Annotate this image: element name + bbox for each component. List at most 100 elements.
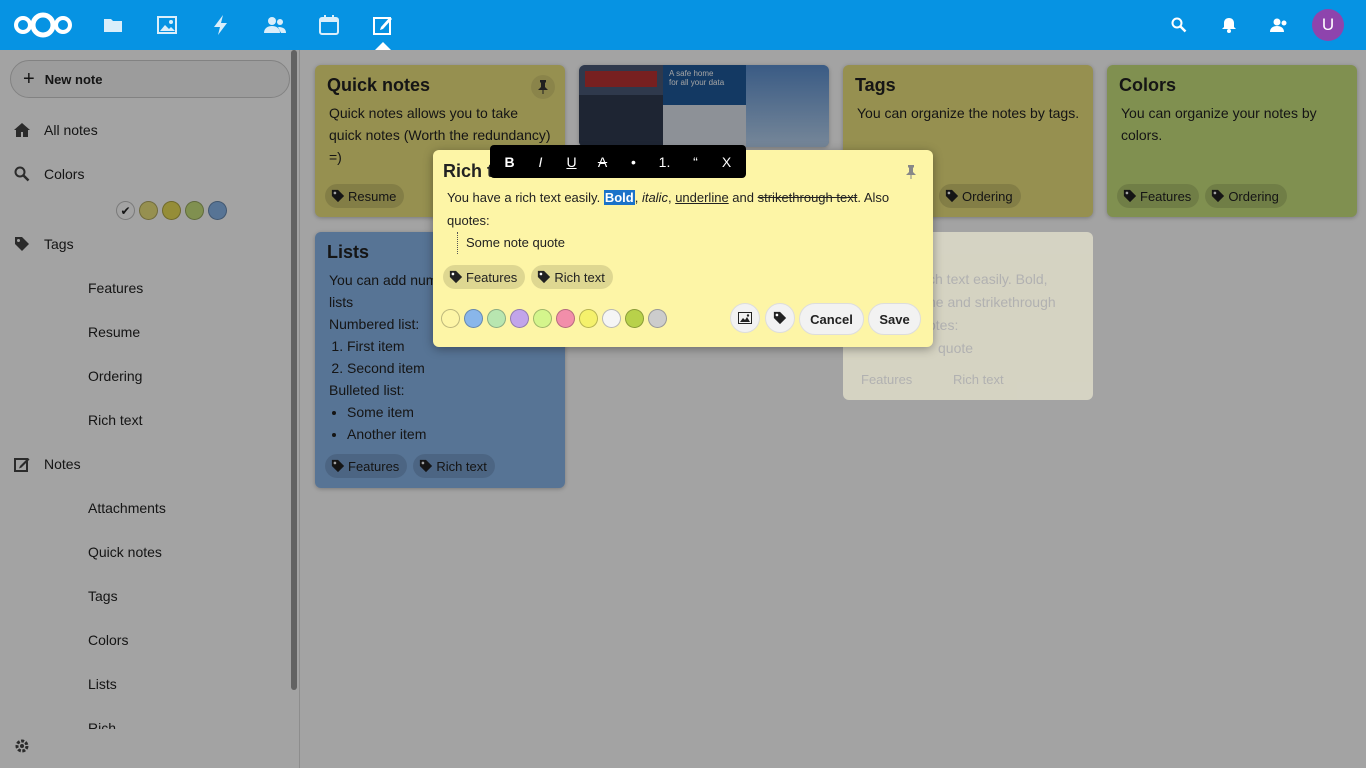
ghost-line: ne and strikethrough <box>928 294 1056 310</box>
save-button[interactable]: Save <box>868 303 921 335</box>
sidebar-note-colors[interactable]: Colors <box>88 632 128 648</box>
gear-icon[interactable] <box>14 738 30 754</box>
color-option[interactable] <box>510 309 529 328</box>
tag-label: Ordering <box>962 188 1013 204</box>
blockquote: Some note quote <box>457 232 565 254</box>
notifications-icon[interactable] <box>1219 15 1239 35</box>
insert-image-button[interactable] <box>730 303 760 333</box>
image-icon <box>738 312 752 324</box>
underline-button[interactable]: U <box>558 154 586 170</box>
tag-label: Features <box>348 458 400 474</box>
strikethrough-button[interactable]: A <box>589 154 617 170</box>
color-swatch[interactable] <box>162 201 181 220</box>
tag-icon <box>14 236 30 252</box>
color-option[interactable] <box>648 309 667 328</box>
check-icon: ✔ <box>120 203 131 218</box>
pin-icon[interactable] <box>531 75 555 99</box>
nav-colors[interactable]: Colors <box>14 166 84 182</box>
color-option[interactable] <box>579 309 598 328</box>
files-icon[interactable] <box>101 13 125 37</box>
sidebar-tag-features[interactable]: Features <box>88 280 143 296</box>
color-filter-swatches: ✔ <box>116 201 227 220</box>
sidebar-tag-rich-text[interactable]: Rich text <box>88 412 142 428</box>
clear-format-button[interactable]: X <box>713 154 741 170</box>
tag-icon <box>1212 189 1225 203</box>
tag-icon <box>1123 189 1137 203</box>
sidebar-scrollbar[interactable] <box>291 50 297 690</box>
search-icon[interactable] <box>1169 15 1189 35</box>
tag-chip[interactable]: Rich text <box>413 454 495 478</box>
new-note-label: New note <box>44 71 103 87</box>
contacts-icon[interactable] <box>263 13 287 37</box>
tag-label: Rich text <box>436 458 487 474</box>
sidebar-note-tags[interactable]: Tags <box>88 588 118 604</box>
sidebar-tag-ordering[interactable]: Ordering <box>88 368 142 384</box>
tag-chip[interactable]: Ordering <box>939 184 1021 208</box>
sidebar-note-lists[interactable]: Lists <box>88 676 117 692</box>
activity-icon[interactable] <box>209 13 233 37</box>
tag-chip[interactable]: Features <box>443 265 526 289</box>
sidebar-note-rich[interactable]: Rich <box>88 720 116 729</box>
note-title: Quick notes <box>327 75 431 95</box>
note-card-colors[interactable]: Colors You can organize your notes by co… <box>1107 65 1357 217</box>
tag-icon <box>331 189 345 203</box>
tag-chip[interactable]: Rich text <box>531 265 613 289</box>
bold-button[interactable]: B <box>496 154 524 170</box>
people-image <box>579 95 663 147</box>
user-avatar[interactable]: U <box>1312 9 1344 41</box>
list-item: Another item <box>347 423 553 445</box>
color-option[interactable] <box>441 309 460 328</box>
photos-icon[interactable] <box>155 13 179 37</box>
note-content-editor[interactable]: You have a rich text easily. Bold, itali… <box>447 186 917 232</box>
underline-text: underline <box>675 190 729 205</box>
home-icon <box>14 122 30 138</box>
nextcloud-logo[interactable] <box>12 12 74 38</box>
top-header: U <box>0 0 1366 50</box>
color-option[interactable] <box>533 309 552 328</box>
calendar-icon[interactable] <box>317 13 341 37</box>
color-swatch[interactable] <box>185 201 204 220</box>
color-option[interactable] <box>625 309 644 328</box>
numbered-list-button[interactable]: 1. <box>651 154 679 170</box>
nav-all-notes[interactable]: All notes <box>14 122 98 138</box>
nav-tags-label: Tags <box>44 236 74 252</box>
cancel-button[interactable]: Cancel <box>799 303 864 335</box>
formatting-toolbar: B I U A • 1. “ X <box>490 145 746 178</box>
color-option[interactable] <box>602 309 621 328</box>
new-note-button[interactable]: + New note <box>10 60 290 98</box>
tag-chip[interactable]: Ordering <box>1205 184 1287 208</box>
color-swatch[interactable] <box>208 201 227 220</box>
sidebar-tag-resume[interactable]: Resume <box>88 324 140 340</box>
note-card-image[interactable]: A safe home for all your data <box>579 65 829 147</box>
content-text: You have a rich text easily. <box>447 190 604 205</box>
nav-notes[interactable]: Notes <box>14 456 81 472</box>
color-option[interactable] <box>464 309 483 328</box>
color-option[interactable] <box>556 309 575 328</box>
notes-icon[interactable] <box>371 13 395 37</box>
note-body: You can organize the notes by tags. <box>857 105 1080 121</box>
tag-chip[interactable]: Resume <box>325 184 405 208</box>
pin-icon[interactable] <box>899 160 923 184</box>
color-swatch-all[interactable]: ✔ <box>116 201 135 220</box>
sidebar-note-quick-notes[interactable]: Quick notes <box>88 544 162 560</box>
contacts-menu-icon[interactable] <box>1269 15 1289 35</box>
note-title-field[interactable]: Rich t <box>443 161 493 182</box>
italic-button[interactable]: I <box>527 154 555 170</box>
note-title: Colors <box>1119 75 1177 95</box>
tag-icon <box>449 270 463 284</box>
app-navigation: + New note All notes Colors ✔ Tags Featu… <box>0 50 300 768</box>
nav-all-notes-label: All notes <box>44 122 98 138</box>
list-item: Some item <box>347 401 553 423</box>
color-option[interactable] <box>487 309 506 328</box>
quote-button[interactable]: “ <box>682 154 710 170</box>
color-swatch[interactable] <box>139 201 158 220</box>
tag-chip[interactable]: Features <box>1117 184 1200 208</box>
tag-chip[interactable]: Features <box>325 454 408 478</box>
sidebar-note-attachments[interactable]: Attachments <box>88 500 166 516</box>
add-tag-button[interactable] <box>765 303 795 333</box>
bullet-list-button[interactable]: • <box>620 154 648 170</box>
ghost-line: quote <box>938 340 974 356</box>
nav-tags[interactable]: Tags <box>14 236 74 252</box>
tag-label: Features <box>1140 188 1192 204</box>
promo-panel: A safe home for all your data <box>663 65 746 105</box>
